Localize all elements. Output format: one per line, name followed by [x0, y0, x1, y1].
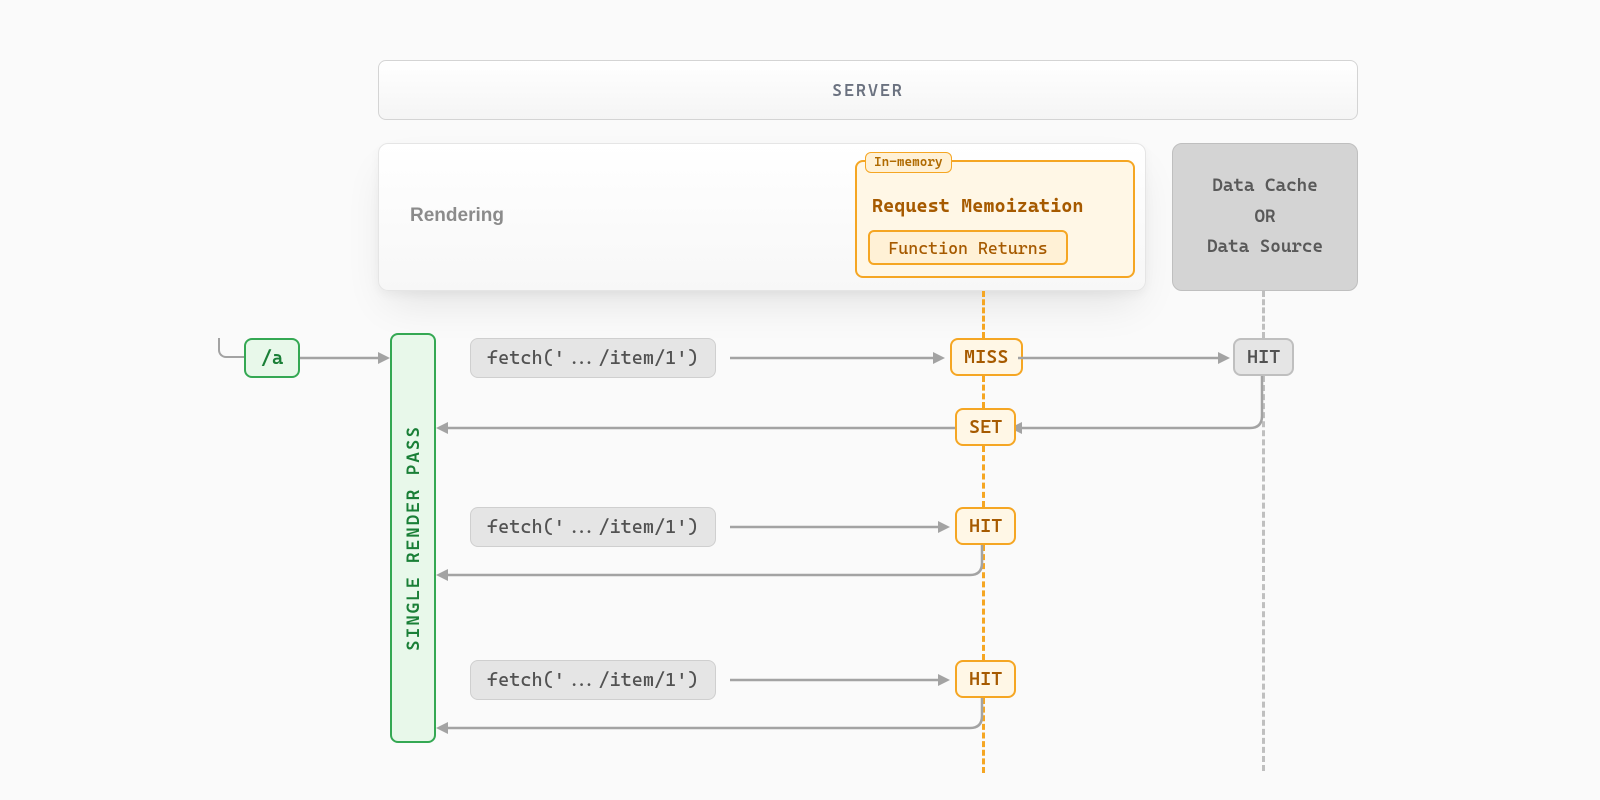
fetch-call-1: fetch('.../item/1') — [470, 338, 716, 378]
memo-dash-3 — [982, 446, 985, 507]
memo-set: SET — [955, 408, 1016, 446]
arrow-fetch1-to-memo — [730, 348, 945, 368]
server-title: SERVER — [832, 80, 904, 100]
arrow-set-to-srp — [436, 418, 955, 438]
memo-status-hit-2: HIT — [955, 660, 1016, 698]
arrow-route-to-srp — [300, 348, 390, 368]
memo-title: Request Memoization — [872, 195, 1084, 217]
memo-function-returns: Function Returns — [868, 230, 1068, 265]
arrow-hit2-return — [436, 698, 986, 738]
cache-line2: OR — [1254, 202, 1275, 233]
rendering-label: Rendering — [410, 205, 504, 227]
memo-status-miss: MISS — [950, 338, 1023, 376]
arrow-hit1-return — [436, 545, 986, 585]
cache-line1: Data Cache — [1212, 171, 1317, 202]
cache-status-hit: HIT — [1233, 338, 1294, 376]
arrow-cache-to-set — [1010, 376, 1270, 436]
srp-label: SINGLE RENDER PASS — [403, 425, 424, 651]
route-label: /a — [261, 347, 283, 369]
arrow-miss-to-cache — [1018, 348, 1230, 368]
memo-tag: In-memory — [865, 152, 952, 173]
cache-line3: Data Source — [1207, 232, 1323, 263]
single-render-pass-bar: SINGLE RENDER PASS — [390, 333, 436, 743]
route-pill: /a — [244, 338, 300, 378]
server-header: SERVER — [378, 60, 1358, 120]
arrow-fetch2-to-memo — [730, 517, 950, 537]
memo-status-hit-1: HIT — [955, 507, 1016, 545]
route-elbow — [218, 338, 244, 358]
fetch-call-2: fetch('.../item/1') — [470, 507, 716, 547]
data-cache-panel: Data Cache OR Data Source — [1172, 143, 1358, 291]
memo-dash-1 — [982, 291, 985, 338]
memo-dash-2 — [982, 376, 985, 408]
arrow-fetch3-to-memo — [730, 670, 950, 690]
fetch-call-3: fetch('.../item/1') — [470, 660, 716, 700]
cache-dash-1 — [1262, 291, 1265, 338]
